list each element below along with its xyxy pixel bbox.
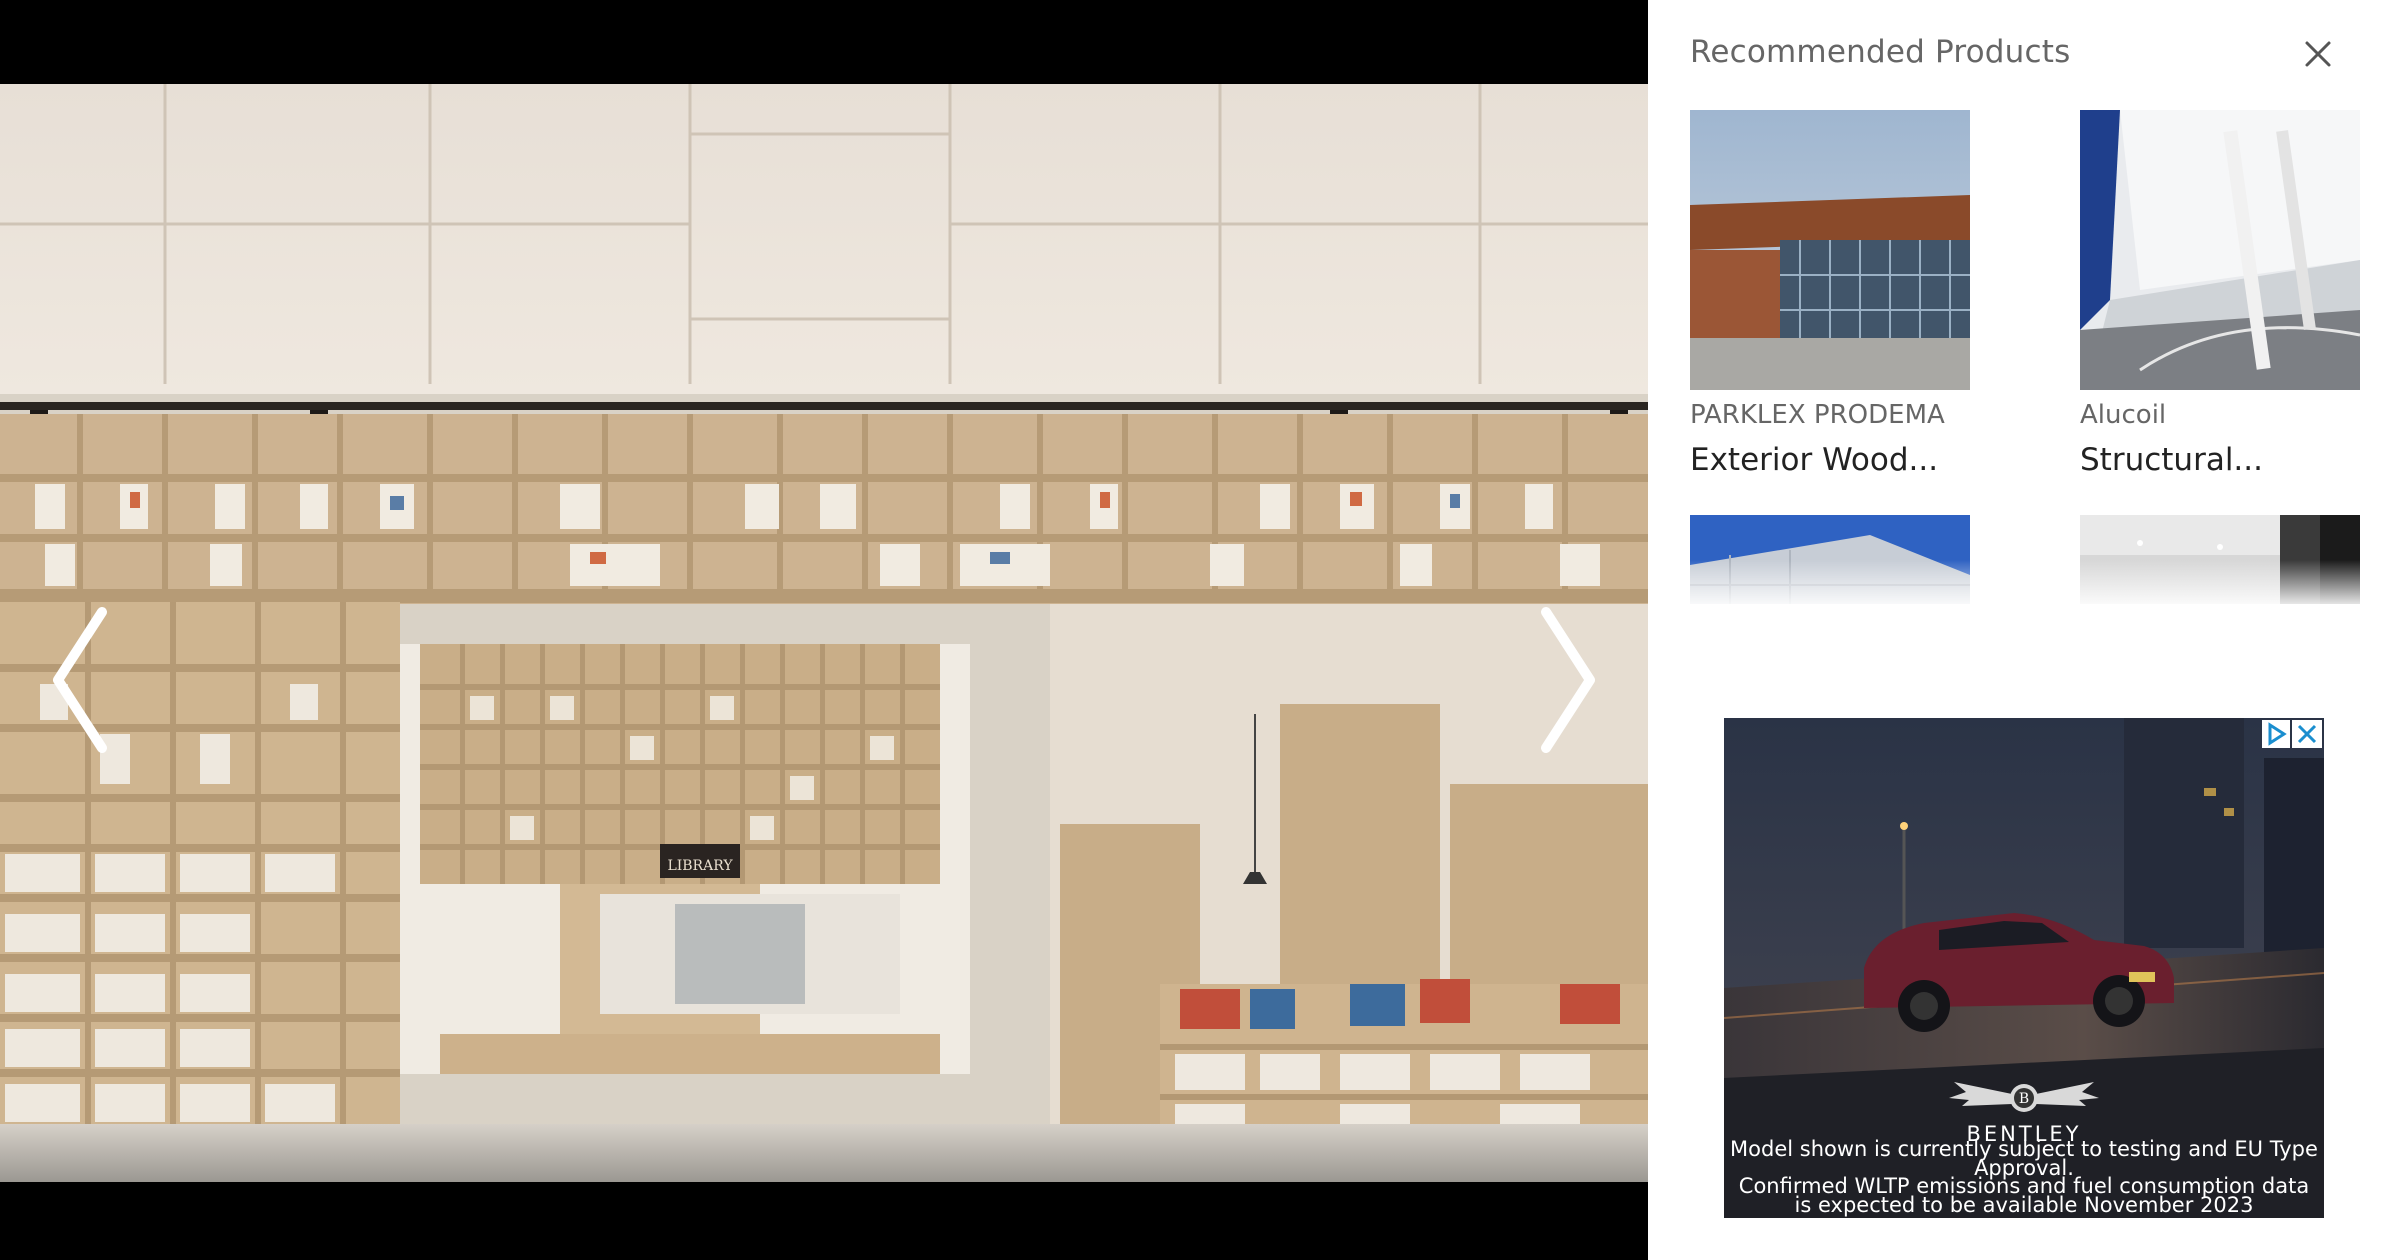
image-gallery: LIBRARY bbox=[0, 0, 1648, 1260]
product-card[interactable]: PARKLEX PRODEMA Exterior Wood... bbox=[1690, 110, 1970, 478]
ad-choices-icon bbox=[2268, 722, 2287, 746]
next-image-button[interactable] bbox=[1518, 590, 1608, 770]
product-brand: PARKLEX PRODEMA bbox=[1690, 400, 1945, 430]
product-grid: PARKLEX PRODEMA Exterior Wood... Alucoil… bbox=[1690, 110, 2370, 604]
ad-choices-button[interactable] bbox=[2262, 720, 2290, 748]
product-brand: Alucoil bbox=[2080, 400, 2167, 430]
product-name[interactable]: Exterior Wood... bbox=[1690, 442, 1970, 478]
ad-close-button[interactable] bbox=[2292, 720, 2322, 748]
library-sign: LIBRARY bbox=[667, 858, 733, 874]
ad-disclaimer-line: is expected to be available November 202… bbox=[1794, 1193, 2254, 1217]
library-photo: LIBRARY bbox=[0, 84, 1648, 1182]
panel-title: Recommended Products bbox=[1690, 34, 2071, 70]
close-icon bbox=[2305, 41, 2331, 67]
product-card[interactable]: Alucoil Structural... bbox=[2080, 110, 2360, 478]
scroll-fade bbox=[1648, 560, 2400, 610]
svg-text:B: B bbox=[2019, 1091, 2029, 1107]
advertisement[interactable]: B BENTLEY Model shown is currently subje… bbox=[1724, 718, 2324, 1218]
product-thumbnail[interactable] bbox=[2080, 110, 2360, 390]
previous-image-button[interactable] bbox=[40, 590, 130, 770]
gallery-photo: LIBRARY bbox=[0, 84, 1648, 1182]
chevron-right-icon bbox=[1541, 607, 1595, 753]
chevron-left-icon bbox=[53, 607, 107, 753]
product-thumbnail[interactable] bbox=[1690, 110, 1970, 390]
close-button[interactable] bbox=[2300, 36, 2336, 72]
close-icon bbox=[2297, 724, 2317, 744]
product-name[interactable]: Structural... bbox=[2080, 442, 2360, 478]
